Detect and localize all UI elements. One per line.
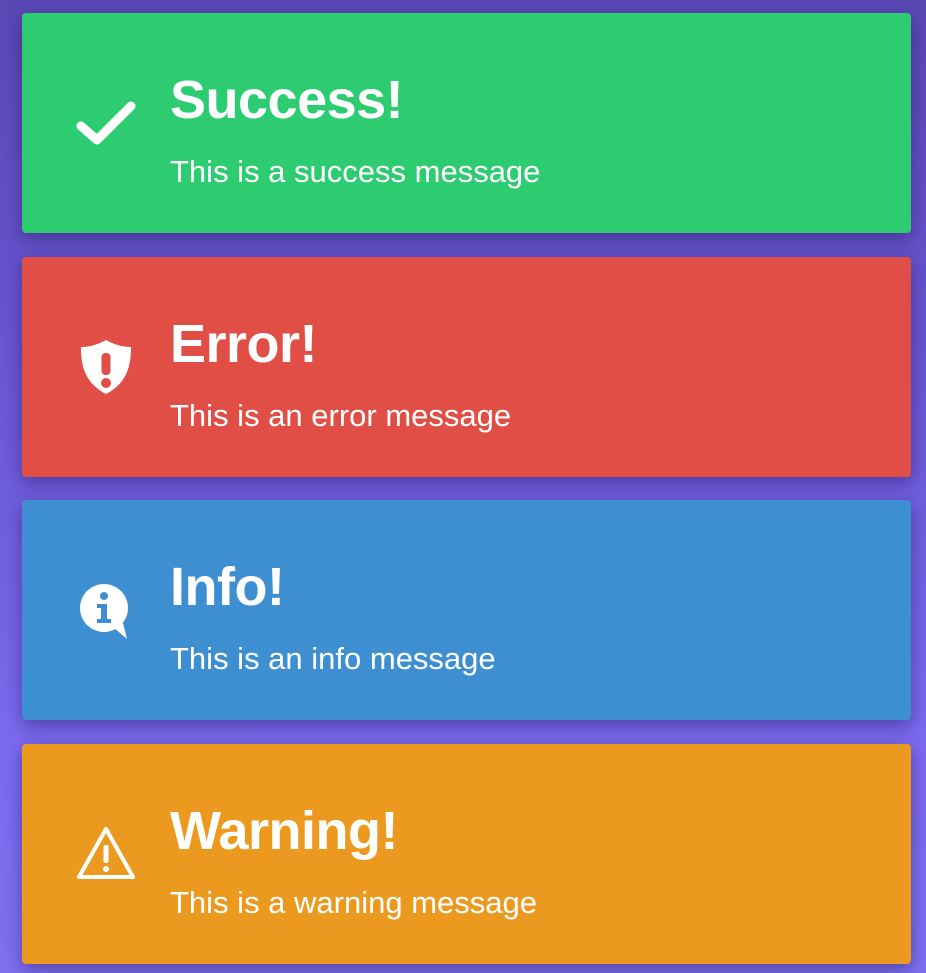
shield-exclamation-icon: [75, 336, 137, 398]
alert-warning[interactable]: Warning! This is a warning message: [22, 744, 911, 964]
info-bubble-icon: [75, 579, 137, 641]
alert-title: Info!: [170, 557, 285, 617]
alert-message: This is a success message: [170, 154, 541, 189]
alert-error[interactable]: Error! This is an error message: [22, 257, 911, 477]
alert-title: Success!: [170, 70, 404, 130]
warning-triangle-icon: [75, 823, 137, 885]
alert-success[interactable]: Success! This is a success message: [22, 13, 911, 233]
alert-title: Warning!: [170, 801, 398, 861]
alert-info[interactable]: Info! This is an info message: [22, 500, 911, 720]
alert-message: This is a warning message: [170, 885, 537, 920]
alert-title: Error!: [170, 314, 318, 374]
check-icon: [75, 92, 137, 154]
alert-message: This is an info message: [170, 641, 496, 676]
alert-message: This is an error message: [170, 398, 512, 433]
